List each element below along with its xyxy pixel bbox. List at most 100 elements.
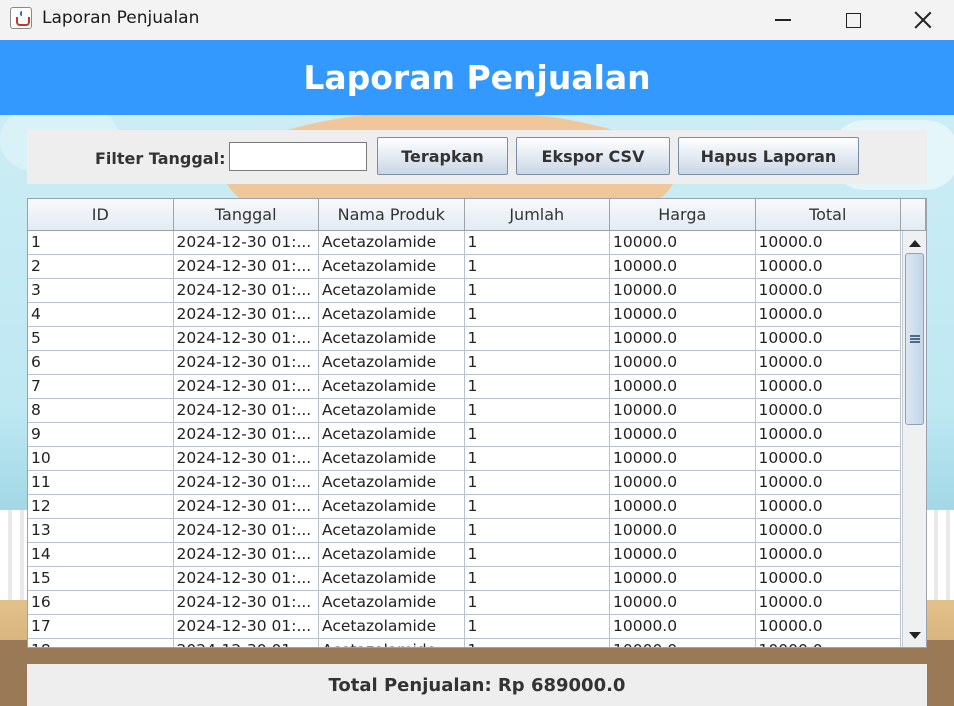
cell-jumlah[interactable]: 1 bbox=[465, 399, 610, 422]
cell-nama-produk[interactable]: Acetazolamide bbox=[319, 255, 465, 278]
cell-jumlah[interactable]: 1 bbox=[465, 567, 610, 590]
cell-jumlah[interactable]: 1 bbox=[465, 303, 610, 326]
cell-nama-produk[interactable]: Acetazolamide bbox=[319, 639, 465, 647]
delete-report-button[interactable]: Hapus Laporan bbox=[678, 137, 859, 175]
maximize-button[interactable] bbox=[818, 0, 888, 40]
cell-tanggal[interactable]: 2024-12-30 01:... bbox=[174, 423, 319, 446]
cell-harga[interactable]: 10000.0 bbox=[610, 519, 756, 542]
cell-id[interactable]: 6 bbox=[28, 351, 174, 374]
cell-total[interactable]: 10000.0 bbox=[756, 567, 901, 590]
table-row[interactable]: 3 2024-12-30 01:... Acetazolamide 1 10000.0 1… bbox=[28, 279, 901, 303]
cell-id[interactable]: 16 bbox=[28, 591, 174, 614]
cell-tanggal[interactable]: 2024-12-30 01:... bbox=[174, 447, 319, 470]
cell-tanggal[interactable]: 2024-12-30 01:... bbox=[174, 279, 319, 302]
apply-filter-button[interactable]: Terapkan bbox=[377, 137, 508, 175]
cell-harga[interactable]: 10000.0 bbox=[610, 399, 756, 422]
cell-id[interactable]: 18 bbox=[28, 639, 174, 647]
cell-jumlah[interactable]: 1 bbox=[465, 543, 610, 566]
cell-id[interactable]: 7 bbox=[28, 375, 174, 398]
cell-total[interactable]: 10000.0 bbox=[756, 519, 901, 542]
cell-total[interactable]: 10000.0 bbox=[756, 471, 901, 494]
cell-jumlah[interactable]: 1 bbox=[465, 255, 610, 278]
cell-harga[interactable]: 10000.0 bbox=[610, 279, 756, 302]
table-row[interactable]: 6 2024-12-30 01:... Acetazolamide 1 10000.0 1… bbox=[28, 351, 901, 375]
cell-total[interactable]: 10000.0 bbox=[756, 279, 901, 302]
cell-tanggal[interactable]: 2024-12-30 01:... bbox=[174, 231, 319, 254]
cell-total[interactable]: 10000.0 bbox=[756, 639, 901, 647]
cell-nama-produk[interactable]: Acetazolamide bbox=[319, 567, 465, 590]
cell-nama-produk[interactable]: Acetazolamide bbox=[319, 543, 465, 566]
cell-jumlah[interactable]: 1 bbox=[465, 279, 610, 302]
table-row[interactable]: 5 2024-12-30 01:... Acetazolamide 1 10000.0 1… bbox=[28, 327, 901, 351]
cell-harga[interactable]: 10000.0 bbox=[610, 255, 756, 278]
table-row[interactable]: 12 2024-12-30 01:... Acetazolamide 1 10000.0… bbox=[28, 495, 901, 519]
filter-date-input[interactable] bbox=[229, 142, 367, 171]
table-row[interactable]: 4 2024-12-30 01:... Acetazolamide 1 10000.0 1… bbox=[28, 303, 901, 327]
export-csv-button[interactable]: Ekspor CSV bbox=[516, 137, 670, 175]
column-header-jumlah[interactable]: Jumlah bbox=[465, 199, 610, 230]
cell-harga[interactable]: 10000.0 bbox=[610, 615, 756, 638]
table-row[interactable]: 182024-12-30 01:...Acetazolamide110000.0… bbox=[28, 639, 901, 647]
cell-harga[interactable]: 10000.0 bbox=[610, 471, 756, 494]
cell-id[interactable]: 17 bbox=[28, 615, 174, 638]
table-row[interactable]: 11 2024-12-30 01:... Acetazolamide 1 10000.0… bbox=[28, 471, 901, 495]
cell-total[interactable]: 10000.0 bbox=[756, 447, 901, 470]
cell-id[interactable]: 4 bbox=[28, 303, 174, 326]
cell-id[interactable]: 2 bbox=[28, 255, 174, 278]
cell-tanggal[interactable]: 2024-12-30 01:... bbox=[174, 615, 319, 638]
cell-harga[interactable]: 10000.0 bbox=[610, 447, 756, 470]
cell-harga[interactable]: 10000.0 bbox=[610, 495, 756, 518]
table-row[interactable]: 16 2024-12-30 01:... Acetazolamide 1 10000.0… bbox=[28, 591, 901, 615]
cell-harga[interactable]: 10000.0 bbox=[610, 231, 756, 254]
cell-harga[interactable]: 10000.0 bbox=[610, 303, 756, 326]
cell-jumlah[interactable]: 1 bbox=[465, 495, 610, 518]
table-row[interactable]: 17 2024-12-30 01:... Acetazolamide 1 10000.0… bbox=[28, 615, 901, 639]
cell-tanggal[interactable]: 2024-12-30 01:... bbox=[174, 639, 319, 647]
cell-harga[interactable]: 10000.0 bbox=[610, 543, 756, 566]
cell-id[interactable]: 14 bbox=[28, 543, 174, 566]
cell-id[interactable]: 5 bbox=[28, 327, 174, 350]
cell-jumlah[interactable]: 1 bbox=[465, 591, 610, 614]
cell-tanggal[interactable]: 2024-12-30 01:... bbox=[174, 567, 319, 590]
cell-harga[interactable]: 10000.0 bbox=[610, 351, 756, 374]
cell-tanggal[interactable]: 2024-12-30 01:... bbox=[174, 495, 319, 518]
cell-harga[interactable]: 10000.0 bbox=[610, 567, 756, 590]
cell-tanggal[interactable]: 2024-12-30 01:... bbox=[174, 327, 319, 350]
cell-jumlah[interactable]: 1 bbox=[465, 231, 610, 254]
cell-harga[interactable]: 10000.0 bbox=[610, 591, 756, 614]
cell-id[interactable]: 15 bbox=[28, 567, 174, 590]
cell-total[interactable]: 10000.0 bbox=[756, 351, 901, 374]
cell-total[interactable]: 10000.0 bbox=[756, 543, 901, 566]
cell-jumlah[interactable]: 1 bbox=[465, 519, 610, 542]
cell-harga[interactable]: 10000.0 bbox=[610, 639, 756, 647]
cell-nama-produk[interactable]: Acetazolamide bbox=[319, 231, 465, 254]
cell-nama-produk[interactable]: Acetazolamide bbox=[319, 375, 465, 398]
cell-nama-produk[interactable]: Acetazolamide bbox=[319, 615, 465, 638]
cell-nama-produk[interactable]: Acetazolamide bbox=[319, 447, 465, 470]
cell-total[interactable]: 10000.0 bbox=[756, 615, 901, 638]
column-header-harga[interactable]: Harga bbox=[610, 199, 756, 230]
cell-total[interactable]: 10000.0 bbox=[756, 327, 901, 350]
cell-tanggal[interactable]: 2024-12-30 01:... bbox=[174, 255, 319, 278]
cell-id[interactable]: 10 bbox=[28, 447, 174, 470]
cell-total[interactable]: 10000.0 bbox=[756, 399, 901, 422]
cell-nama-produk[interactable]: Acetazolamide bbox=[319, 303, 465, 326]
table-row[interactable]: 15 2024-12-30 01:... Acetazolamide 1 10000.0… bbox=[28, 567, 901, 591]
cell-nama-produk[interactable]: Acetazolamide bbox=[319, 351, 465, 374]
cell-nama-produk[interactable]: Acetazolamide bbox=[319, 495, 465, 518]
table-row[interactable]: 7 2024-12-30 01:... Acetazolamide 1 10000.0 1… bbox=[28, 375, 901, 399]
scroll-up-button[interactable] bbox=[903, 233, 926, 253]
cell-id[interactable]: 13 bbox=[28, 519, 174, 542]
cell-total[interactable]: 10000.0 bbox=[756, 231, 901, 254]
cell-tanggal[interactable]: 2024-12-30 01:... bbox=[174, 399, 319, 422]
column-header-tanggal[interactable]: Tanggal bbox=[174, 199, 319, 230]
table-row[interactable]: 2 2024-12-30 01:... Acetazolamide 1 10000.0 1… bbox=[28, 255, 901, 279]
table-row[interactable]: 8 2024-12-30 01:... Acetazolamide 1 10000.0 1… bbox=[28, 399, 901, 423]
cell-id[interactable]: 1 bbox=[28, 231, 174, 254]
cell-total[interactable]: 10000.0 bbox=[756, 495, 901, 518]
cell-id[interactable]: 3 bbox=[28, 279, 174, 302]
cell-harga[interactable]: 10000.0 bbox=[610, 423, 756, 446]
column-header-id[interactable]: ID bbox=[28, 199, 174, 230]
table-row[interactable]: 13 2024-12-30 01:... Acetazolamide 1 10000.0… bbox=[28, 519, 901, 543]
table-row[interactable]: 1 2024-12-30 01:... Acetazolamide 1 10000.0 1… bbox=[28, 231, 901, 255]
